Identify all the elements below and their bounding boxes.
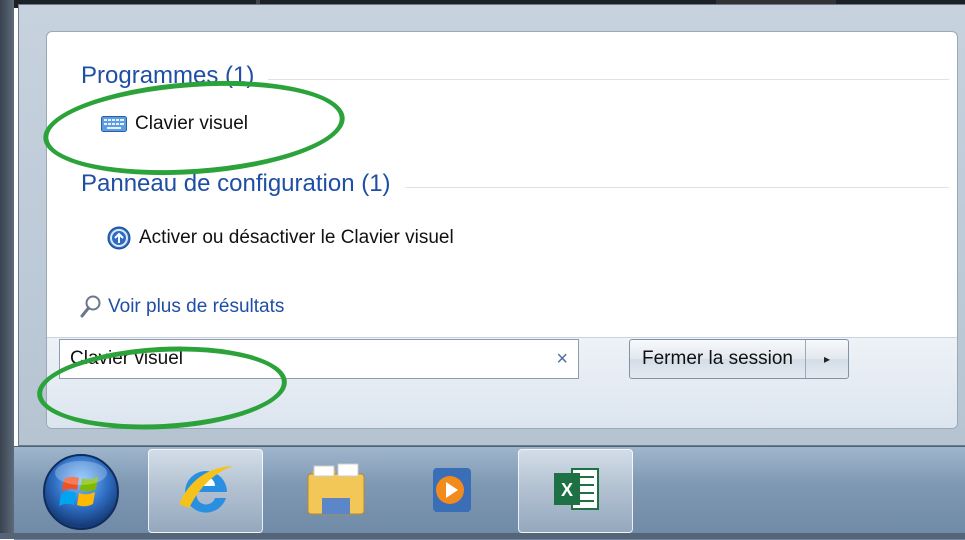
ie-icon <box>175 458 237 525</box>
taskbar-explorer-button[interactable] <box>278 449 393 533</box>
windows-logo-icon[interactable] <box>42 453 120 531</box>
header-divider <box>268 78 949 80</box>
background-window-edge <box>0 0 14 539</box>
ease-of-access-icon <box>107 226 131 250</box>
taskbar-ie-button[interactable] <box>148 449 263 533</box>
search-icon <box>80 295 102 319</box>
result-toggle-on-screen-keyboard[interactable]: Activer ou désactiver le Clavier visuel <box>101 223 460 253</box>
control-panel-header: Panneau de configuration (1) <box>81 170 949 198</box>
taskbar: X <box>14 446 965 540</box>
start-menu: Programmes (1) Clavier visuel Panneau de… <box>18 4 965 446</box>
start-search-box[interactable]: × <box>59 339 579 379</box>
keyboard-icon <box>101 116 127 132</box>
log-off-label: Fermer la session <box>642 348 793 369</box>
header-divider <box>404 186 949 188</box>
taskbar-excel-button[interactable]: X <box>518 449 633 533</box>
programs-header: Programmes (1) <box>81 62 949 90</box>
result-clavier-visuel[interactable]: Clavier visuel <box>95 110 254 138</box>
programs-header-label: Programmes (1) <box>81 62 255 89</box>
control-panel-header-label: Panneau de configuration (1) <box>81 170 391 197</box>
svg-text:X: X <box>560 480 572 500</box>
search-input[interactable] <box>70 348 551 370</box>
excel-icon: X <box>548 461 604 522</box>
shutdown-button-group: Fermer la session ▸ <box>629 339 849 379</box>
folder-icon <box>304 460 368 523</box>
media-player-icon <box>423 460 481 523</box>
see-more-results-label: Voir plus de résultats <box>108 296 285 317</box>
taskbar-bottom-edge <box>0 533 965 539</box>
result-label: Activer ou désactiver le Clavier visuel <box>139 227 454 248</box>
taskbar-media-player-button[interactable] <box>394 449 509 533</box>
result-label: Clavier visuel <box>135 113 248 134</box>
clear-search-icon[interactable]: × <box>556 348 568 371</box>
log-off-button[interactable]: Fermer la session <box>630 340 806 378</box>
see-more-results-link[interactable]: Voir plus de résultats <box>80 295 284 319</box>
shutdown-options-arrow-icon[interactable]: ▸ <box>806 340 848 378</box>
